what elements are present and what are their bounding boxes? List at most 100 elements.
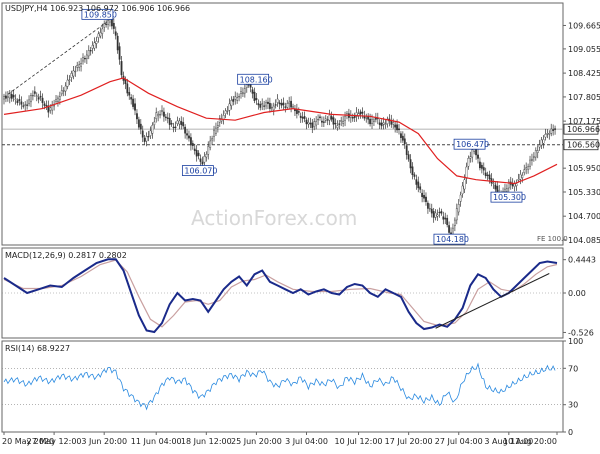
candle-body xyxy=(209,140,212,148)
candle-body xyxy=(161,110,163,112)
candle-body xyxy=(215,127,217,134)
candle-body xyxy=(550,128,553,134)
candle-body xyxy=(373,119,375,122)
price-y-tick-label: 104.085 xyxy=(568,236,600,245)
candle-body xyxy=(405,145,408,155)
chart-canvas: ActionForex.com 109.850106.070108.160106… xyxy=(1,2,600,446)
candle-body xyxy=(22,105,25,107)
candle-body xyxy=(82,57,84,62)
candle-body xyxy=(330,116,333,120)
candle-body xyxy=(272,105,275,111)
candle-body xyxy=(353,116,356,118)
candle-body xyxy=(428,208,431,210)
price-y-tick-label: 105.330 xyxy=(568,188,600,197)
candle-body xyxy=(392,121,395,125)
candle-body xyxy=(423,195,425,199)
candle-body xyxy=(168,118,171,125)
candle-body xyxy=(37,97,40,100)
candle-body xyxy=(342,121,345,124)
candle-body xyxy=(178,120,181,125)
candle-body xyxy=(365,117,368,119)
candle-body xyxy=(174,126,177,128)
candle-body xyxy=(114,31,117,36)
candle-body xyxy=(240,91,242,94)
rsi-line xyxy=(3,362,556,411)
candle-body xyxy=(145,136,148,142)
candle-body xyxy=(259,104,262,108)
candle-body xyxy=(203,156,206,163)
candle-body xyxy=(523,169,526,173)
candle-body xyxy=(282,102,285,106)
macd-y-tick-label: 0.4443 xyxy=(568,256,596,265)
candle-body xyxy=(538,144,541,148)
candle-body xyxy=(378,122,381,125)
candle-body xyxy=(322,121,325,123)
candle-body xyxy=(35,95,38,97)
candle-body xyxy=(28,99,30,104)
candle-body xyxy=(251,89,254,94)
candle-body xyxy=(159,114,161,116)
candle-body xyxy=(89,50,92,52)
candle-body xyxy=(299,115,302,118)
candle-body xyxy=(515,183,518,187)
candle-body xyxy=(332,117,335,125)
candle-body xyxy=(18,99,21,101)
price-y-tick-label: 107.805 xyxy=(568,93,600,102)
candle-body xyxy=(401,135,404,141)
candle-body xyxy=(384,123,387,126)
candle-body xyxy=(193,148,196,151)
trendline-dashed xyxy=(3,18,113,98)
candle-body xyxy=(188,135,190,139)
candle-body xyxy=(469,156,472,159)
candle-body xyxy=(477,154,479,159)
candle-body xyxy=(471,149,474,158)
candle-body xyxy=(380,122,383,127)
candle-body xyxy=(195,150,198,157)
moving-average-line xyxy=(3,77,558,185)
candle-body xyxy=(263,105,266,107)
candle-body xyxy=(53,105,55,107)
candle-body xyxy=(455,208,458,221)
candle-body xyxy=(311,122,314,128)
candle-body xyxy=(60,90,63,95)
rsi-panel-frame xyxy=(1,340,564,433)
candle-body xyxy=(294,109,296,112)
rsi-y-tick-label: 30 xyxy=(568,401,578,410)
price-y-tick-label: 104.700 xyxy=(568,212,600,221)
candle-body xyxy=(413,174,416,177)
candle-body xyxy=(467,158,470,167)
candle-body xyxy=(434,212,437,218)
candle-body xyxy=(249,84,252,88)
candle-body xyxy=(267,101,269,104)
candle-body xyxy=(97,33,100,38)
candle-body xyxy=(367,116,370,120)
candle-body xyxy=(336,125,339,128)
candle-body xyxy=(228,103,231,111)
candle-body xyxy=(147,136,150,138)
candle-body xyxy=(284,106,287,108)
x-tick-label: 10 Jul 12:00 xyxy=(335,437,383,446)
candle-body xyxy=(261,103,264,105)
candle-body xyxy=(398,128,400,131)
candle-body xyxy=(134,103,136,111)
candle-body xyxy=(182,122,185,127)
candle-body xyxy=(70,73,73,78)
candle-body xyxy=(382,122,385,125)
candle-body xyxy=(253,91,256,101)
candle-body xyxy=(157,113,160,117)
candle-body xyxy=(151,124,154,134)
candle-body xyxy=(55,99,57,102)
rsi-header: RSI(14) 68.9227 xyxy=(5,344,70,353)
candle-body xyxy=(436,214,439,217)
candle-body xyxy=(328,114,331,121)
candle-body xyxy=(407,154,410,160)
rsi-y-tick-label: 70 xyxy=(568,364,578,373)
x-tick-label: 27 May 12:00 xyxy=(27,437,82,446)
candle-body xyxy=(498,189,501,192)
candle-body xyxy=(411,166,414,176)
x-tick-label: 11 Jun 04:00 xyxy=(131,437,182,446)
candle-body xyxy=(484,172,487,177)
candle-body xyxy=(297,111,300,113)
candle-body xyxy=(72,70,75,77)
candle-body xyxy=(274,104,277,106)
